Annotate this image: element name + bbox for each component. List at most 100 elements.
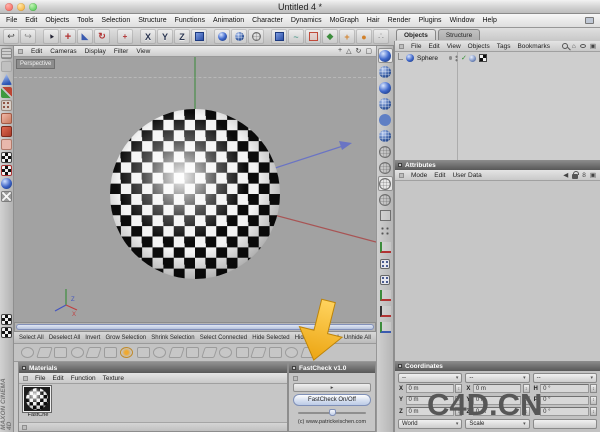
maximize-view-icon[interactable]: ▢ (365, 47, 372, 55)
fastcheck-panel-icon[interactable] (293, 375, 298, 381)
inactive-tool-icon[interactable] (1, 61, 12, 72)
hidden-line-icon[interactable] (378, 96, 393, 111)
polygons-mode-icon[interactable] (1, 126, 12, 137)
model-mode-icon[interactable] (1, 74, 12, 85)
wireframe-shading-icon[interactable] (378, 128, 393, 143)
move-tool-icon[interactable]: + (60, 29, 76, 44)
axis-lock-icon[interactable] (378, 320, 393, 335)
objects-panel-icon[interactable] (399, 43, 404, 49)
edges-mode-icon[interactable] (1, 113, 12, 124)
menu-structure[interactable]: Structure (138, 17, 166, 24)
menu-file[interactable]: File (6, 17, 17, 24)
rotation-p-field[interactable]: 0 ° (540, 395, 589, 405)
box-display-icon[interactable] (378, 208, 393, 223)
uv-mode-icon[interactable] (1, 139, 12, 150)
zoom-view-icon[interactable]: △ (346, 47, 351, 55)
obj-menu-file[interactable]: File (411, 43, 421, 50)
attributes-panel-icon[interactable] (399, 172, 404, 178)
stepper-icon[interactable]: ↕ (590, 384, 597, 393)
panel-handle-icon[interactable] (398, 163, 402, 167)
fastcheck-dropdown-button[interactable]: ▸ (293, 383, 371, 392)
isoline-display-icon[interactable] (378, 192, 393, 207)
enable-dot-icon[interactable] (448, 56, 453, 60)
material-thumbnail[interactable]: FastChe (22, 385, 55, 418)
home-icon[interactable]: ⌂ (572, 43, 576, 50)
modeling-tool-icon[interactable] (85, 347, 102, 358)
obj-menu-objects[interactable]: Objects (468, 43, 490, 50)
rotation-header-dropdown[interactable]: -- ▾ (532, 373, 597, 383)
window-titlebar[interactable]: Untitled 4 * (0, 0, 600, 14)
phong-tag-icon[interactable] (469, 54, 477, 62)
add-modeling-icon[interactable]: + (339, 29, 355, 44)
axis-lock-icon[interactable] (378, 288, 393, 303)
flat-shading-icon[interactable] (378, 112, 393, 127)
attributes-titlebar[interactable]: Attributes (395, 160, 600, 170)
axis-lock-icon[interactable] (378, 304, 393, 319)
viewport-panel-icon[interactable] (18, 48, 23, 54)
obj-menu-bookmarks[interactable]: Bookmarks (517, 43, 550, 50)
fastcheck-slider[interactable] (298, 409, 366, 417)
add-particles-icon[interactable]: ∴ (373, 29, 389, 44)
history-back-icon[interactable]: ◀ (563, 171, 568, 179)
checkered-sphere-object[interactable] (110, 109, 280, 279)
vp-menu-view[interactable]: View (136, 48, 150, 55)
menu-plugins[interactable]: Plugins (419, 17, 442, 24)
perspective-viewport[interactable]: Perspective Z X (14, 57, 376, 322)
shrink-selection-button[interactable]: Shrink Selection (151, 335, 194, 341)
fastcheck-toggle-button[interactable]: FastCheck On/Off (293, 394, 371, 406)
active-wireframe-icon[interactable] (377, 176, 393, 191)
animation-mode-icon[interactable] (1, 178, 12, 189)
mat-menu-edit[interactable]: Edit (52, 375, 63, 382)
panel-handle-icon[interactable] (292, 366, 296, 370)
object-name[interactable]: Sphere (417, 55, 438, 62)
modeling-tool-icon[interactable] (153, 347, 166, 358)
attr-menu-mode[interactable]: Mode (411, 172, 427, 179)
apply-button[interactable] (532, 419, 597, 429)
snap-settings-icon[interactable] (1, 327, 12, 338)
obj-menu-view[interactable]: View (447, 43, 461, 50)
materials-titlebar[interactable]: Materials (19, 363, 287, 373)
menu-selection[interactable]: Selection (101, 17, 130, 24)
render-picture-viewer-icon[interactable] (231, 29, 247, 44)
invert-button[interactable]: Invert (85, 335, 100, 341)
size-header-dropdown[interactable]: -- ▾ (465, 373, 530, 383)
enabled-check-icon[interactable]: ✓ (461, 55, 467, 62)
rotate-view-icon[interactable]: ↻ (356, 47, 362, 55)
mat-menu-function[interactable]: Function (71, 375, 96, 382)
vp-menu-edit[interactable]: Edit (31, 48, 42, 55)
points-mode-icon[interactable] (1, 100, 12, 111)
minimize-window-icon[interactable] (17, 3, 25, 11)
menu-objects[interactable]: Objects (45, 17, 69, 24)
visibility-dots-icon[interactable] (454, 54, 459, 62)
viewport-label[interactable]: Perspective (16, 59, 56, 69)
constant-shading-icon[interactable] (378, 80, 393, 95)
slider-thumb-icon[interactable] (328, 409, 336, 416)
menu-dynamics[interactable]: Dynamics (291, 17, 322, 24)
modeling-tool-icon[interactable] (103, 347, 117, 358)
menu-animation[interactable]: Animation (213, 17, 244, 24)
panel-handle-icon[interactable] (398, 364, 402, 368)
modeling-tool-icon[interactable] (219, 347, 232, 358)
monitor-icon[interactable] (585, 17, 594, 24)
last-tool-icon[interactable]: + (117, 29, 133, 44)
modeling-tool-icon[interactable] (54, 347, 67, 358)
add-hypernurbs-icon[interactable] (305, 29, 321, 44)
coordinates-titlebar[interactable]: Coordinates (395, 361, 600, 371)
rotation-h-field[interactable]: 0 ° (540, 384, 589, 393)
attr-menu-edit[interactable]: Edit (434, 172, 445, 179)
rotate-tool-icon[interactable]: ↻ (94, 29, 110, 44)
live-selection-icon[interactable]: ▲ (43, 29, 59, 44)
scale-tool-icon[interactable]: ◣ (77, 29, 93, 44)
add-light-icon[interactable]: ● (356, 29, 372, 44)
render-view-icon[interactable] (214, 29, 230, 44)
modeling-tool-icon[interactable] (268, 347, 282, 358)
add-array-icon[interactable]: ◆ (322, 29, 338, 44)
unhide-all-button[interactable]: Unhide All (344, 335, 371, 341)
grow-selection-button[interactable]: Grow Selection (105, 335, 146, 341)
modeling-tool-icon[interactable] (167, 347, 185, 358)
panel-menu-icon[interactable]: ▣ (590, 171, 596, 179)
convert-object-icon[interactable] (1, 48, 12, 59)
panel-menu-icon[interactable]: ▣ (590, 42, 596, 50)
stepper-icon[interactable]: ↕ (590, 395, 597, 405)
lock-x-axis-icon[interactable]: X (140, 29, 156, 44)
